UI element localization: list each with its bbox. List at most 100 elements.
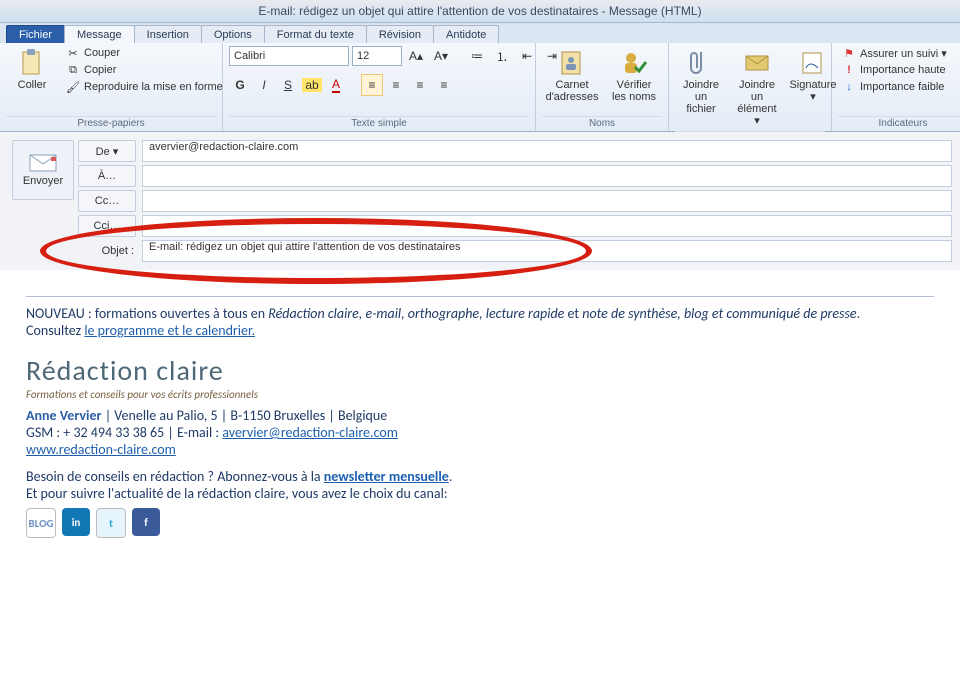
followup-button[interactable]: ⚑ Assurer un suivi ▾	[838, 45, 951, 61]
paperclip-icon	[686, 47, 716, 79]
signature-icon	[798, 47, 828, 79]
cc-field[interactable]	[142, 190, 952, 212]
font-color-button[interactable]: A	[325, 74, 347, 96]
address-book-icon	[557, 47, 587, 79]
cut-label: Couper	[84, 47, 120, 59]
paste-button[interactable]: Coller	[6, 45, 58, 93]
importance-high-button[interactable]: ! Importance haute	[838, 62, 951, 78]
to-field[interactable]	[142, 165, 952, 187]
group-tags-title: Indicateurs	[838, 116, 960, 131]
envelope-icon	[29, 154, 57, 175]
format-painter-label: Reproduire la mise en forme	[84, 81, 223, 93]
send-label: Envoyer	[23, 175, 63, 187]
align-justify-button[interactable]: ≡	[433, 74, 455, 96]
logo-text: Rédaction claire	[26, 353, 934, 388]
copy-button[interactable]: ⧉ Copier	[62, 62, 227, 78]
attach-file-label: Joindre un fichier	[679, 79, 723, 115]
ribbon: Coller ✂ Couper ⧉ Copier 🖌 Reproduire la…	[0, 43, 960, 132]
attach-item-label: Joindre un élément ▾	[735, 79, 779, 127]
importance-low-icon: ↓	[842, 80, 856, 94]
importance-high-icon: !	[842, 63, 856, 77]
contact-site-link[interactable]: www.redaction-claire.com	[26, 441, 176, 458]
underline-button[interactable]: S	[277, 74, 299, 96]
divider	[26, 296, 934, 297]
consult-line: Consultez le programme et le calendrier.	[26, 322, 934, 339]
social-linkedin-icon[interactable]: in	[62, 508, 90, 536]
group-names-title: Noms	[542, 116, 662, 131]
logo-subtitle: Formations et conseils pour vos écrits p…	[26, 388, 934, 401]
contact-email-link[interactable]: avervier@redaction-claire.com	[222, 424, 398, 441]
group-font-title: Texte simple	[229, 116, 529, 131]
tab-revision[interactable]: Révision	[366, 25, 434, 43]
tab-insertion[interactable]: Insertion	[134, 25, 202, 43]
group-clipboard-title: Presse-papiers	[6, 116, 216, 131]
bcc-field[interactable]	[142, 215, 952, 237]
tab-antidote[interactable]: Antidote	[433, 25, 499, 43]
promo-line: NOUVEAU : formations ouvertes à tous en …	[26, 305, 934, 322]
subject-label: Objet :	[78, 245, 136, 257]
attach-item-button[interactable]: Joindre un élément ▾	[731, 45, 783, 129]
attach-item-icon	[742, 47, 772, 79]
bullets-button[interactable]: ≔	[466, 45, 488, 67]
contact-name: Anne Vervier	[26, 407, 102, 424]
importance-high-label: Importance haute	[860, 64, 946, 76]
tab-options[interactable]: Options	[201, 25, 265, 43]
tab-message[interactable]: Message	[64, 25, 135, 43]
cut-button[interactable]: ✂ Couper	[62, 45, 227, 61]
contact-name-line: Anne Vervier | Venelle au Palio, 5 | B-1…	[26, 407, 934, 424]
outdent-button[interactable]: ⇤	[516, 45, 538, 67]
brush-icon: 🖌	[66, 80, 80, 94]
format-painter-button[interactable]: 🖌 Reproduire la mise en forme	[62, 79, 227, 95]
social-twitter-icon[interactable]: t	[96, 508, 126, 538]
align-center-button[interactable]: ≡	[385, 74, 407, 96]
bcc-button[interactable]: Cci…	[78, 215, 136, 237]
social-blog-icon[interactable]: BLOG	[26, 508, 56, 538]
newsletter-line: Besoin de conseils en rédaction ? Abonne…	[26, 468, 934, 485]
tab-format[interactable]: Format du texte	[264, 25, 367, 43]
signature-logo: Rédaction claire Formations et conseils …	[26, 353, 934, 401]
newsletter-link[interactable]: newsletter mensuelle	[324, 468, 449, 485]
contact-gsm-line: GSM : + 32 494 33 38 65 | E-mail : averv…	[26, 424, 934, 441]
align-right-button[interactable]: ≡	[409, 74, 431, 96]
numbering-button[interactable]: ⒈	[491, 45, 513, 67]
grow-font-button[interactable]: A▴	[405, 45, 427, 67]
importance-low-label: Importance faible	[860, 81, 944, 93]
shrink-font-button[interactable]: A▾	[430, 45, 452, 67]
window-title: E-mail: rédigez un objet qui attire l'at…	[0, 0, 960, 23]
from-button[interactable]: De ▾	[78, 140, 136, 162]
program-link[interactable]: le programme et le calendrier.	[84, 322, 255, 339]
message-body[interactable]: NOUVEAU : formations ouvertes à tous en …	[0, 270, 960, 556]
copy-label: Copier	[84, 64, 116, 76]
check-names-label: Vérifier les noms	[610, 79, 658, 103]
paste-icon	[17, 47, 47, 79]
flag-icon: ⚑	[842, 46, 856, 60]
follow-line: Et pour suivre l'actualité de la rédacti…	[26, 485, 934, 502]
font-size-select[interactable]: 12	[352, 46, 402, 66]
social-row: BLOG in t f	[26, 508, 934, 538]
copy-icon: ⧉	[66, 63, 80, 77]
social-facebook-icon[interactable]: f	[132, 508, 160, 536]
cc-button[interactable]: Cc…	[78, 190, 136, 212]
subject-field[interactable]: E-mail: rédigez un objet qui attire l'at…	[142, 240, 952, 262]
scissors-icon: ✂	[66, 46, 80, 60]
bold-button[interactable]: G	[229, 74, 251, 96]
font-name-select[interactable]: Calibri	[229, 46, 349, 66]
check-names-button[interactable]: Vérifier les noms	[606, 45, 662, 105]
ribbon-tabs: Fichier Message Insertion Options Format…	[0, 23, 960, 43]
italic-button[interactable]: I	[253, 74, 275, 96]
paste-label: Coller	[18, 79, 47, 91]
send-button[interactable]: Envoyer	[12, 140, 74, 200]
importance-low-button[interactable]: ↓ Importance faible	[838, 79, 951, 95]
highlight-button[interactable]: ab	[301, 74, 323, 96]
address-book-label: Carnet d'adresses	[546, 79, 599, 103]
to-button[interactable]: À…	[78, 165, 136, 187]
attach-file-button[interactable]: Joindre un fichier	[675, 45, 727, 117]
compose-header: Envoyer De ▾ avervier@redaction-claire.c…	[0, 132, 960, 270]
signature-label: Signature ▾	[789, 79, 836, 103]
address-book-button[interactable]: Carnet d'adresses	[542, 45, 602, 105]
check-names-icon	[619, 47, 649, 79]
from-field[interactable]: avervier@redaction-claire.com	[142, 140, 952, 162]
followup-label: Assurer un suivi ▾	[860, 47, 947, 60]
tab-file[interactable]: Fichier	[6, 25, 65, 43]
align-left-button[interactable]: ≡	[361, 74, 383, 96]
